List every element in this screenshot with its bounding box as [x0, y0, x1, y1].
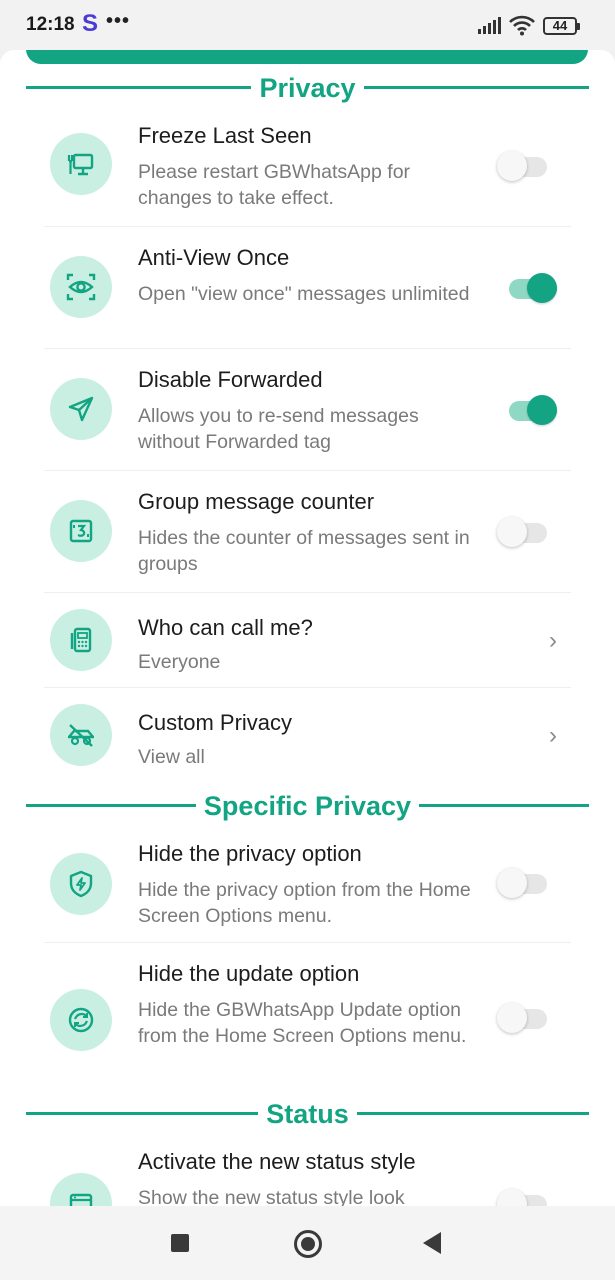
section-header-privacy: Privacy: [26, 69, 589, 105]
status-bar: 12:18 S ••• 44: [0, 0, 615, 50]
hide-privacy-option-toggle[interactable]: [497, 866, 549, 900]
eye-scan-icon: [50, 256, 112, 318]
hidden-icon: [50, 704, 112, 766]
group-message-counter-toggle[interactable]: [497, 515, 549, 549]
setting-subtitle: Hide the privacy option from the Home Sc…: [138, 879, 471, 927]
setting-subtitle: Allows you to re-send messages without F…: [138, 405, 419, 453]
section-title: Privacy: [251, 73, 364, 103]
setting-value: View all: [138, 746, 205, 768]
setting-freeze-last-seen[interactable]: Freeze Last Seen Please restart GBWhatsA…: [0, 105, 615, 227]
recents-button[interactable]: [171, 1234, 189, 1252]
settings-list[interactable]: Privacy Freeze Last Seen Please restart …: [0, 50, 615, 1206]
setting-group-message-counter[interactable]: Group message counter Hides the counter …: [0, 471, 615, 593]
wifi-icon: [509, 15, 535, 36]
setting-hide-update-option[interactable]: Hide the update option Hide the GBWhatsA…: [0, 943, 615, 1091]
setting-new-status-style[interactable]: Activate the new status style Show the n…: [0, 1131, 615, 1206]
setting-title: Anti-View Once: [138, 245, 290, 270]
setting-subtitle: Show the new status style look: [138, 1187, 405, 1206]
update-icon: [50, 989, 112, 1051]
navigation-bar: [0, 1206, 615, 1280]
disable-forwarded-toggle[interactable]: [497, 393, 557, 427]
setting-title: Freeze Last Seen: [138, 123, 312, 148]
battery-level: 44: [552, 18, 568, 33]
setting-title: Activate the new status style: [138, 1149, 416, 1174]
setting-disable-forwarded[interactable]: Disable Forwarded Allows you to re-send …: [0, 349, 615, 471]
setting-title: Hide the update option: [138, 961, 360, 986]
monitor-icon: [50, 133, 112, 195]
back-button[interactable]: [423, 1232, 441, 1254]
status-time: 12:18: [26, 14, 75, 35]
section-title: Status: [258, 1099, 357, 1129]
setting-who-can-call-me[interactable]: Who can call me? Everyone ›: [0, 593, 615, 688]
setting-subtitle: Open "view once" messages unlimited: [138, 283, 470, 305]
setting-title: Custom Privacy: [138, 710, 293, 735]
signal-icon: [478, 17, 501, 34]
hide-update-option-toggle[interactable]: [497, 1001, 549, 1035]
setting-subtitle: Hides the counter of messages sent in gr…: [138, 527, 470, 575]
shield-icon: [50, 853, 112, 915]
counter-icon: [50, 500, 112, 562]
setting-title: Group message counter: [138, 489, 375, 514]
home-button[interactable]: [294, 1230, 322, 1258]
setting-hide-privacy-option[interactable]: Hide the privacy option Hide the privacy…: [0, 823, 615, 943]
freeze-last-seen-toggle[interactable]: [497, 149, 549, 183]
phone-icon: [50, 609, 112, 671]
setting-anti-view-once[interactable]: Anti-View Once Open "view once" messages…: [0, 227, 615, 349]
setting-value: Everyone: [138, 651, 221, 673]
app-notification-icon: S: [82, 10, 99, 37]
send-icon: [50, 378, 112, 440]
more-notifications-icon: •••: [106, 10, 131, 32]
section-header-specific-privacy: Specific Privacy: [26, 787, 589, 823]
anti-view-once-toggle[interactable]: [497, 271, 557, 305]
status-icon: [50, 1173, 112, 1206]
setting-custom-privacy[interactable]: Custom Privacy View all ›: [0, 688, 615, 788]
setting-subtitle: Hide the GBWhatsApp Update option from t…: [138, 999, 467, 1047]
section-title: Specific Privacy: [195, 791, 420, 821]
chevron-right-icon: ›: [549, 722, 557, 749]
setting-subtitle: Please restart GBWhatsApp for changes to…: [138, 161, 411, 209]
setting-title: Who can call me?: [138, 615, 313, 640]
setting-title: Hide the privacy option: [138, 841, 362, 866]
setting-title: Disable Forwarded: [138, 367, 323, 392]
chevron-right-icon: ›: [549, 627, 557, 654]
header-bar: [26, 50, 588, 64]
new-status-style-toggle[interactable]: [497, 1187, 549, 1206]
section-header-status: Status: [26, 1095, 589, 1131]
battery-icon: 44: [543, 17, 580, 35]
